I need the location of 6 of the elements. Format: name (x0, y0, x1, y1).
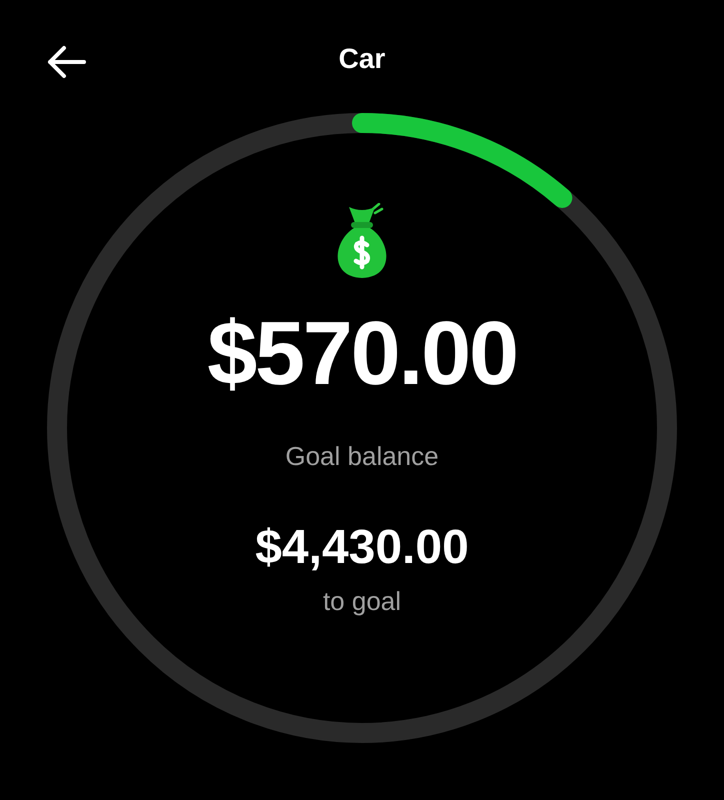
back-arrow-icon (46, 44, 86, 80)
remaining-amount: $4,430.00 (255, 524, 469, 572)
remaining-label: to goal (322, 585, 402, 618)
goal-balance-amount: $570.00 (207, 309, 517, 399)
goal-balance-label: Goal balance (285, 440, 439, 473)
page-title: Car (338, 43, 386, 74)
